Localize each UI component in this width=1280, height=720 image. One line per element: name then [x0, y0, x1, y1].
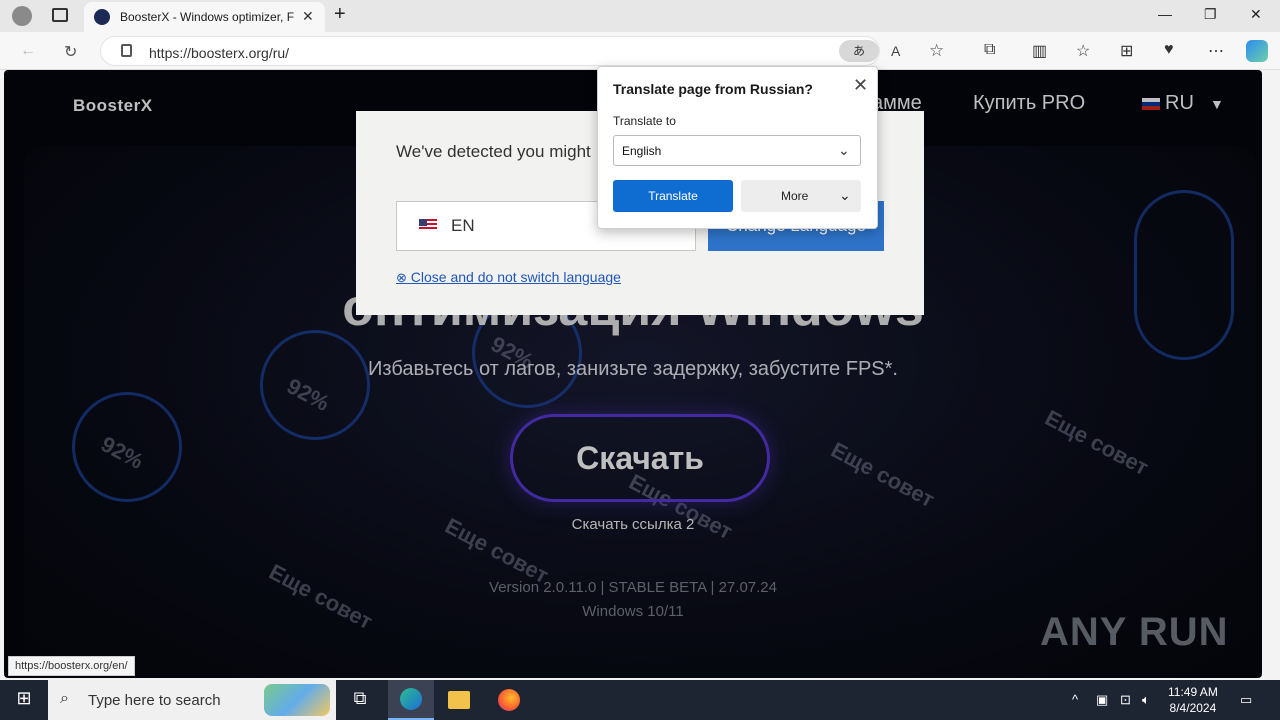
firefox-icon[interactable]: [498, 689, 520, 711]
lock-icon: [121, 44, 132, 57]
language-select-value: EN: [451, 216, 475, 235]
translate-language-value: English: [622, 144, 662, 158]
close-no-switch-label: Close and do not switch language: [410, 269, 621, 285]
taskbar: ⊞ ⌕ Type here to search ⧉ ^ ▣ ⊡ 🔈︎ 11:49…: [0, 680, 1280, 720]
collections-icon[interactable]: ⊞: [1120, 41, 1133, 61]
edge-logo-icon: [400, 688, 422, 710]
more-button-label: More: [781, 189, 809, 203]
new-tab-icon[interactable]: +: [334, 3, 346, 26]
address-bar-row: ← ↻ https://boosterx.org/ru/ あ A ☆ ⧉ ▥ ☆…: [0, 32, 1280, 70]
more-button[interactable]: More ⌄: [741, 180, 861, 212]
windows-start-icon[interactable]: ⊞: [12, 688, 36, 712]
close-circle-icon: ⊗: [396, 270, 407, 285]
tray-chevron-icon[interactable]: ^: [1072, 692, 1078, 707]
browser-tab[interactable]: BoosterX - Windows optimizer, F ✕: [84, 2, 325, 32]
restore-icon[interactable]: ❐: [1204, 6, 1217, 23]
taskbar-clock[interactable]: 11:49 AM 8/4/2024: [1168, 684, 1218, 716]
search-highlight-icon: [264, 684, 330, 716]
chevron-down-icon: ⌄: [839, 187, 851, 203]
file-explorer-icon[interactable]: [448, 691, 470, 709]
favorite-star-icon[interactable]: ☆: [929, 41, 944, 61]
close-icon[interactable]: ✕: [853, 75, 868, 96]
volume-icon[interactable]: 🔈︎: [1142, 692, 1150, 708]
refresh-icon[interactable]: ↻: [64, 42, 77, 62]
search-icon: ⌕: [60, 690, 69, 707]
read-aloud-icon[interactable]: A: [891, 43, 900, 59]
address-field[interactable]: https://boosterx.org/ru/ あ A ☆: [100, 36, 944, 66]
close-no-switch-link[interactable]: ⊗ Close and do not switch language: [396, 269, 621, 286]
edge-taskbar-icon[interactable]: [388, 680, 434, 720]
performance-icon[interactable]: ♥: [1164, 41, 1174, 59]
task-view-icon[interactable]: ⧉: [348, 688, 372, 712]
url-text: https://boosterx.org/ru/: [149, 45, 290, 61]
status-bar-url: https://boosterx.org/en/: [8, 656, 135, 676]
us-flag-icon: [419, 219, 437, 231]
translate-language-select[interactable]: English ⌄: [613, 135, 861, 166]
translate-popup: Translate page from Russian? ✕ Translate…: [597, 66, 878, 229]
close-tab-icon[interactable]: ✕: [302, 8, 314, 25]
tab-actions-icon[interactable]: [52, 8, 68, 22]
minimize-icon[interactable]: —: [1158, 6, 1172, 22]
boosterx-favicon-icon: [94, 9, 110, 25]
back-icon[interactable]: ←: [20, 42, 36, 60]
profile-icon[interactable]: [12, 6, 32, 26]
menu-dots-icon[interactable]: ⋯: [1208, 41, 1224, 61]
taskbar-search[interactable]: ⌕ Type here to search: [48, 680, 336, 720]
split-screen-icon[interactable]: ▥: [1032, 41, 1047, 61]
chevron-down-icon: ⌄: [838, 142, 850, 158]
taskbar-search-placeholder: Type here to search: [88, 692, 221, 709]
notifications-icon[interactable]: ▭: [1240, 692, 1252, 708]
translate-button[interactable]: Translate: [613, 180, 733, 212]
close-window-icon[interactable]: ✕: [1250, 6, 1262, 23]
tray-device-icon[interactable]: ▣: [1096, 692, 1108, 708]
favorites-icon[interactable]: ☆: [1076, 41, 1090, 61]
network-icon[interactable]: ⊡: [1120, 692, 1131, 708]
tab-title: BoosterX - Windows optimizer, F: [120, 10, 295, 24]
translate-icon[interactable]: あ: [839, 40, 879, 62]
translate-to-label: Translate to: [613, 114, 676, 128]
clock-date: 8/4/2024: [1169, 701, 1217, 715]
copilot-icon[interactable]: [1246, 40, 1268, 62]
extensions-icon[interactable]: ⧉: [984, 41, 995, 59]
translate-popup-title: Translate page from Russian?: [613, 81, 813, 97]
clock-time: 11:49 AM: [1168, 685, 1218, 699]
tab-bar: BoosterX - Windows optimizer, F ✕ + — ❐ …: [0, 0, 1280, 32]
